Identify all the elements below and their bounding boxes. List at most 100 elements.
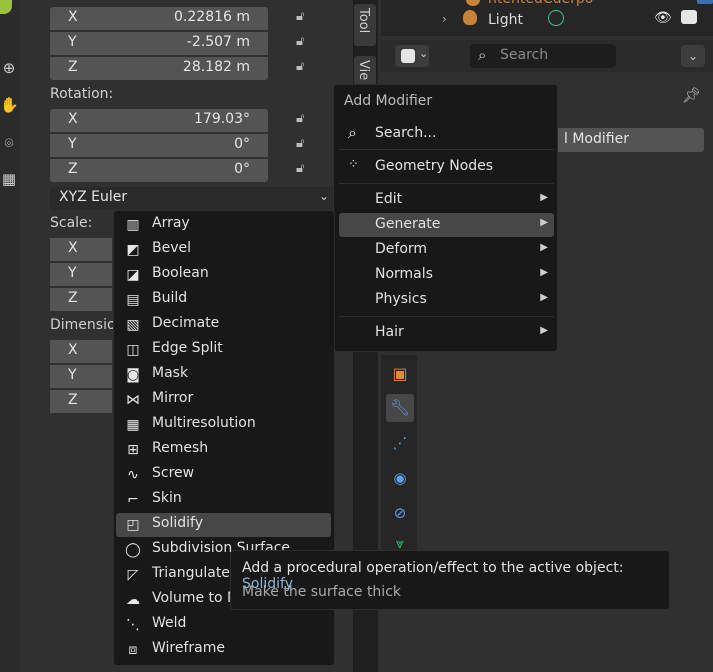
submenu-item-boolean[interactable]: ◪ Boolean bbox=[116, 263, 331, 287]
add-icon[interactable]: ⊕ bbox=[0, 57, 18, 79]
tab-label: Tool bbox=[356, 8, 371, 34]
field-value: 179.03° bbox=[194, 111, 250, 127]
constraints-icon[interactable]: ⊘ bbox=[386, 499, 414, 527]
field-value: -2.507 m bbox=[186, 34, 250, 50]
axis-label: Y bbox=[68, 367, 77, 383]
dimensions-y-field[interactable]: Y bbox=[50, 365, 112, 388]
search-icon: ⌕ bbox=[348, 123, 357, 142]
menu-item-label: Mirror bbox=[152, 390, 194, 406]
submenu-item-array[interactable]: ▥ Array bbox=[116, 213, 331, 237]
field-value: 0.22816 m bbox=[174, 9, 250, 25]
submenu-item-solidify[interactable]: ◰ Solidify bbox=[116, 513, 331, 537]
submenu-item-decimate[interactable]: ▧ Decimate bbox=[116, 313, 331, 337]
submenu-item-wireframe[interactable]: ⧈ Wireframe bbox=[116, 638, 331, 662]
expand-arrow-icon[interactable] bbox=[440, 0, 452, 4]
scale-label: Scale: bbox=[50, 215, 93, 231]
chevron-down-icon[interactable]: ⌄ bbox=[681, 45, 705, 67]
submenu-item-weld[interactable]: ⋱ Weld bbox=[116, 613, 331, 637]
menu-item-normals[interactable]: Normals ▶ bbox=[339, 263, 554, 287]
tab-tool[interactable]: Tool bbox=[354, 4, 376, 46]
location-z-field[interactable]: Z 28.182 m bbox=[50, 57, 268, 80]
add-modifier-button[interactable]: l Modifier bbox=[554, 128, 704, 152]
camera-icon[interactable]: ⌾ bbox=[0, 132, 18, 154]
location-y-field[interactable]: Y -2.507 m bbox=[50, 32, 268, 55]
chevron-down-icon: ⌄ bbox=[318, 189, 329, 203]
menu-item-label: Remesh bbox=[152, 440, 209, 456]
lock-icon[interactable]: 🔓︎ bbox=[296, 34, 316, 54]
menu-item-physics[interactable]: Physics ▶ bbox=[339, 288, 554, 312]
menu-item-geometry-nodes[interactable]: ⁘ Geometry Nodes bbox=[339, 155, 554, 179]
properties-search-input[interactable]: ⌕ Search bbox=[470, 44, 616, 68]
menu-item-label: Edge Split bbox=[152, 340, 223, 356]
menu-item-label: Geometry Nodes bbox=[375, 158, 494, 174]
submenu-arrow-icon: ▶ bbox=[540, 242, 548, 253]
light-data-icon[interactable] bbox=[548, 10, 564, 26]
scale-z-field[interactable]: Z bbox=[50, 288, 112, 311]
skin-icon: ⌐ bbox=[127, 492, 139, 508]
camera-render-icon[interactable] bbox=[681, 10, 697, 24]
eye-icon[interactable]: 👁︎ bbox=[654, 10, 672, 26]
search-icon: ⌕ bbox=[478, 46, 487, 64]
axis-label: Y bbox=[68, 265, 77, 281]
rotation-z-field[interactable]: Z 0° bbox=[50, 159, 268, 182]
menu-item-generate[interactable]: Generate ▶ bbox=[339, 213, 554, 237]
search-placeholder: Search bbox=[500, 47, 549, 63]
submenu-item-screw[interactable]: ∿ Screw bbox=[116, 463, 331, 487]
menu-item-deform[interactable]: Deform ▶ bbox=[339, 238, 554, 262]
submenu-item-build[interactable]: ▤ Build bbox=[116, 288, 331, 312]
tooltip-detail: Make the surface thick bbox=[242, 584, 402, 600]
submenu-item-edge-split[interactable]: ◫ Edge Split bbox=[116, 338, 331, 362]
menu-item-label: Triangulate bbox=[152, 565, 230, 581]
lock-icon[interactable]: 🔓︎ bbox=[296, 161, 316, 181]
axis-label: Y bbox=[68, 136, 77, 152]
menu-item-label: Array bbox=[152, 215, 190, 231]
selection-icon[interactable] bbox=[697, 0, 713, 4]
menu-item-hair[interactable]: Hair ▶ bbox=[339, 321, 554, 345]
submenu-item-skin[interactable]: ⌐ Skin bbox=[116, 488, 331, 512]
menu-item-label: Deform bbox=[375, 241, 428, 257]
decimate-icon: ▧ bbox=[126, 317, 140, 333]
location-x-field[interactable]: X 0.22816 m bbox=[50, 7, 268, 30]
hand-icon[interactable]: ✋ bbox=[0, 94, 19, 116]
scale-y-field[interactable]: Y bbox=[50, 263, 112, 286]
mirror-icon: ⋈ bbox=[126, 392, 140, 408]
mask-icon: ◙ bbox=[126, 367, 140, 383]
particles-icon[interactable]: ⋰ bbox=[386, 429, 414, 457]
menu-separator bbox=[339, 183, 554, 184]
menu-item-label: Volume to M bbox=[152, 590, 240, 606]
submenu-item-multiresolution[interactable]: ▦ Multiresolution bbox=[116, 413, 331, 437]
lock-icon[interactable]: 🔓︎ bbox=[296, 59, 316, 79]
dimensions-z-field[interactable]: Z bbox=[50, 390, 112, 413]
rotation-x-field[interactable]: X 179.03° bbox=[50, 109, 268, 132]
outliner-row-label[interactable]: ntentedCuerpo bbox=[488, 0, 593, 7]
lock-icon[interactable]: 🔓︎ bbox=[296, 136, 316, 156]
array-icon: ▥ bbox=[126, 217, 140, 233]
outliner-row-label[interactable]: Light bbox=[488, 12, 523, 28]
tooltip-text: Add a procedural operation/effect to the… bbox=[242, 560, 624, 576]
field-value: 0° bbox=[234, 136, 250, 152]
scale-x-field[interactable]: X bbox=[50, 238, 112, 261]
lock-icon[interactable]: 🔓︎ bbox=[296, 111, 316, 131]
rotation-y-field[interactable]: Y 0° bbox=[50, 134, 268, 157]
submenu-item-bevel[interactable]: ◩ Bevel bbox=[116, 238, 331, 262]
submenu-item-remesh[interactable]: ⊞ Remesh bbox=[116, 438, 331, 462]
physics-icon[interactable]: ◉ bbox=[386, 464, 414, 492]
rotation-mode-dropdown[interactable]: XYZ Euler ⌄ bbox=[50, 187, 335, 210]
object-tab-icon[interactable]: ▣ bbox=[386, 360, 414, 388]
tooltip: Add a procedural operation/effect to the… bbox=[230, 550, 670, 610]
lock-icon[interactable]: 🔓︎ bbox=[296, 9, 316, 29]
edge-split-icon: ◫ bbox=[126, 342, 140, 358]
submenu-arrow-icon: ▶ bbox=[540, 192, 548, 203]
menu-item-search[interactable]: ⌕ Search... bbox=[339, 122, 554, 146]
wrench-icon[interactable]: 🔧︎ bbox=[386, 394, 414, 422]
grid-icon[interactable]: ▦ bbox=[0, 168, 18, 190]
menu-item-label: Decimate bbox=[152, 315, 220, 331]
expand-arrow-icon[interactable]: › bbox=[442, 12, 447, 26]
menu-item-label: Solidify bbox=[152, 515, 203, 531]
menu-item-edit[interactable]: Edit ▶ bbox=[339, 188, 554, 212]
dimensions-x-field[interactable]: X bbox=[50, 340, 112, 363]
submenu-item-mirror[interactable]: ⋈ Mirror bbox=[116, 388, 331, 412]
submenu-item-mask[interactable]: ◙ Mask bbox=[116, 363, 331, 387]
editor-type-button[interactable]: ⌄ bbox=[395, 45, 429, 67]
pin-icon[interactable]: 📌︎ bbox=[682, 86, 701, 104]
